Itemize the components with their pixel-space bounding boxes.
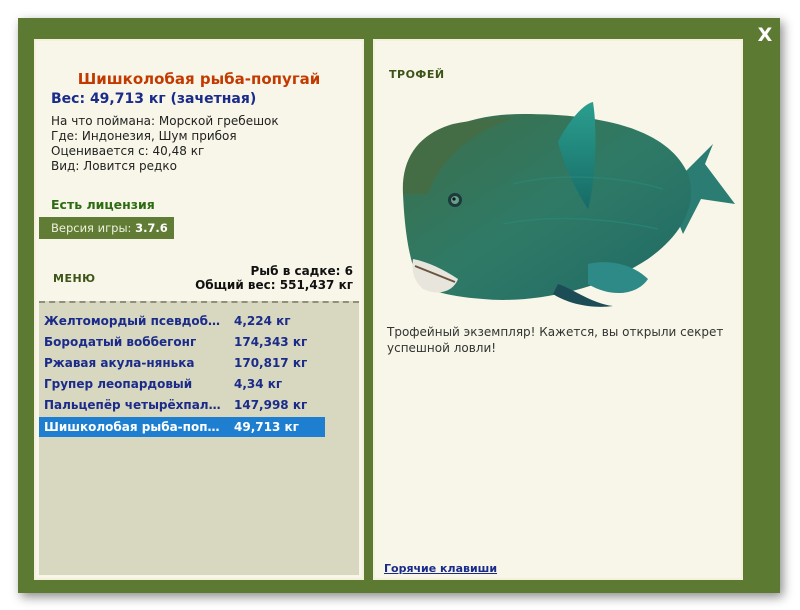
catch-name: Шишколобая рыба-попу... (44, 420, 222, 434)
trophy-panel: ТРОФЕЙ Трофейный экземпляр! Кажется, вы … (373, 39, 743, 580)
fish-count: Рыб в садке: 6 (250, 264, 354, 278)
version-value: 3.7.6 (135, 221, 168, 235)
catch-list-item[interactable]: Бородатый воббегонг 174,343 кг (39, 332, 325, 352)
catch-weight: 49,713 кг (234, 420, 299, 434)
catch-name: Желтомордый псевдоба... (44, 314, 222, 328)
catch-weight: 4,224 кг (234, 314, 291, 328)
catch-weight: 174,343 кг (234, 335, 308, 349)
catch-name: Пальцепёр четырёхпал... (44, 398, 222, 412)
total-weight: Общий вес: 551,437 кг (195, 278, 353, 292)
catch-weight: 170,817 кг (234, 356, 308, 370)
fish-title: Шишколобая рыба-попугай (77, 70, 321, 88)
location-info: Где: Индонезия, Шум прибоя (51, 129, 237, 143)
keepnet-stats: Рыб в садке: 6 Общий вес: 551,437 кг (195, 264, 353, 292)
version-label: Версия игры: (51, 221, 132, 235)
close-button[interactable]: X (754, 24, 776, 46)
catch-list-item[interactable]: Желтомордый псевдоба... 4,224 кг (39, 311, 325, 331)
version-badge: Версия игры: 3.7.6 (39, 217, 174, 239)
bait-info: На что поймана: Морской гребешок (51, 114, 279, 128)
parrotfish-image (402, 102, 735, 307)
catch-weight: 4,34 кг (234, 377, 283, 391)
valuation-info: Оценивается с: 40,48 кг (51, 144, 205, 158)
catch-info-panel: Шишколобая рыба-попугай Вес: 49,713 кг (… (34, 39, 364, 580)
hotkeys-link[interactable]: Горячие клавиши (384, 562, 497, 575)
trophy-message: Трофейный экземпляр! Кажется, вы открыли… (387, 325, 724, 355)
menu-label[interactable]: МЕНЮ (53, 272, 96, 285)
catch-list-item-selected[interactable]: Шишколобая рыба-попу... 49,713 кг (39, 417, 325, 437)
rarity-info: Вид: Ловится редко (51, 159, 177, 173)
catch-name: Ржавая акула-нянька (44, 356, 195, 370)
catch-list-item[interactable]: Пальцепёр четырёхпал... 147,998 кг (39, 395, 325, 415)
catch-name: Групер леопардовый (44, 377, 193, 391)
license-status: Есть лицензия (51, 197, 155, 212)
catch-name: Бородатый воббегонг (44, 335, 197, 349)
fish-weight: Вес: 49,713 кг (зачетная) (51, 91, 257, 107)
catch-list-item[interactable]: Групер леопардовый 4,34 кг (39, 374, 325, 394)
catch-weight: 147,998 кг (234, 398, 308, 412)
catch-list-item[interactable]: Ржавая акула-нянька 170,817 кг (39, 353, 325, 373)
catch-list[interactable]: Желтомордый псевдоба... 4,224 кг Бородат… (39, 301, 359, 575)
